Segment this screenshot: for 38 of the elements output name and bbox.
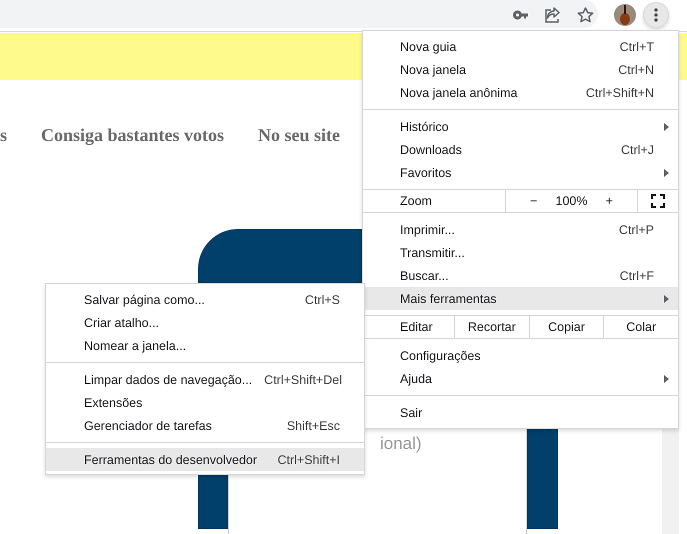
menu-item[interactable]: Configurações xyxy=(363,344,678,367)
menu-item[interactable]: Ajuda xyxy=(363,367,678,390)
edit-button[interactable]: Recortar xyxy=(454,316,529,338)
menu-item[interactable]: Sair xyxy=(363,401,678,424)
edit-button[interactable]: Colar xyxy=(603,316,678,338)
menu-item[interactable]: Limpar dados de navegação... Ctrl+Shift+Del xyxy=(46,368,364,391)
nav-link[interactable]: s xyxy=(0,125,8,146)
menu-item[interactable]: Ferramentas do desenvolvedor Ctrl+Shift+I xyxy=(46,448,364,471)
edit-label: Editar xyxy=(399,319,434,336)
menu-item[interactable]: Nova janela Ctrl+N xyxy=(363,58,678,81)
menu-item[interactable]: Criar atalho... xyxy=(46,311,364,334)
menu-item[interactable]: Extensões xyxy=(46,391,364,414)
zoom-in-button[interactable]: + xyxy=(602,194,617,208)
menu-item[interactable]: Nova janela anônima Ctrl+Shift+N xyxy=(363,81,678,104)
menu-item[interactable]: Favoritos xyxy=(363,161,678,184)
menu-item[interactable]: Imprimir... Ctrl+P xyxy=(363,218,678,241)
key-icon[interactable] xyxy=(513,10,529,20)
menu-item[interactable]: Nomear a janela... xyxy=(46,334,364,357)
menu-item[interactable]: Gerenciador de tarefas Shift+Esc xyxy=(46,414,364,437)
menu-item[interactable]: Salvar página como... Ctrl+S xyxy=(46,288,364,311)
nav-link[interactable]: No seu site xyxy=(258,125,340,146)
nav-link[interactable]: Consiga bastantes votos xyxy=(41,125,224,146)
menu-item[interactable]: Transmitir... xyxy=(363,241,678,264)
menu-item[interactable]: Nova guia Ctrl+T xyxy=(363,35,678,58)
zoom-out-button[interactable]: − xyxy=(526,194,542,208)
share-icon[interactable] xyxy=(544,7,560,23)
edit-button[interactable]: Copiar xyxy=(528,316,604,338)
zoom-value: 100% xyxy=(556,194,588,208)
menu-item[interactable]: Histórico xyxy=(363,115,678,138)
placeholder-text: ional) xyxy=(380,434,422,453)
menu-icon[interactable] xyxy=(643,2,669,28)
menu-item[interactable]: Mais ferramentas xyxy=(363,287,678,310)
star-icon[interactable] xyxy=(577,7,594,23)
fullscreen-icon[interactable] xyxy=(651,194,665,208)
menu-item[interactable]: Downloads Ctrl+J xyxy=(363,138,678,161)
zoom-label: Zoom xyxy=(399,193,433,210)
menu-item[interactable]: Buscar... Ctrl+F xyxy=(363,264,678,287)
avatar-icon[interactable] xyxy=(614,4,636,26)
